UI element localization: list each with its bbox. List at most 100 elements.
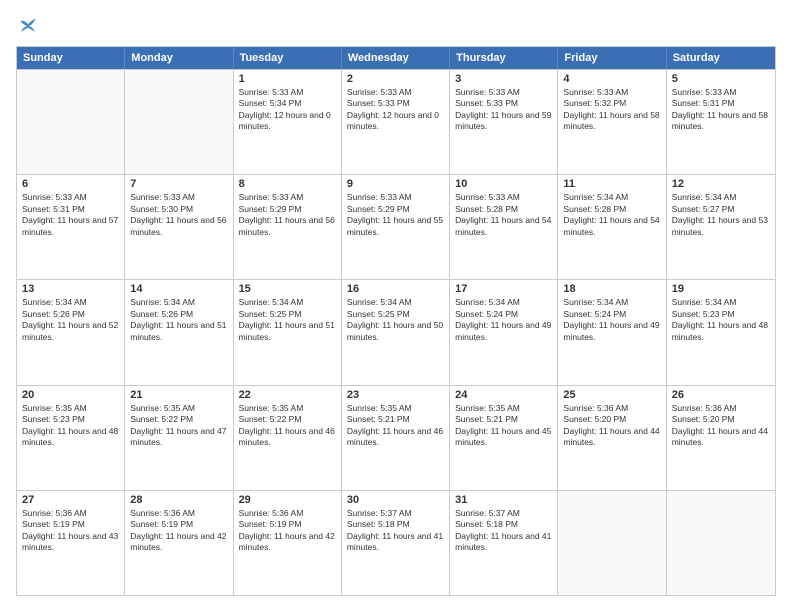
day-cell-25: 25 Sunrise: 5:36 AMSunset: 5:20 PMDayligh…: [558, 386, 666, 490]
day-info: Sunrise: 5:34 AMSunset: 5:24 PMDaylight:…: [563, 297, 660, 343]
day-info: Sunrise: 5:37 AMSunset: 5:18 PMDaylight:…: [347, 508, 444, 554]
day-cell-27: 27 Sunrise: 5:36 AMSunset: 5:19 PMDayligh…: [17, 491, 125, 595]
day-cell-13: 13 Sunrise: 5:34 AMSunset: 5:26 PMDayligh…: [17, 280, 125, 384]
day-info: Sunrise: 5:33 AMSunset: 5:34 PMDaylight:…: [239, 87, 336, 133]
day-info: Sunrise: 5:34 AMSunset: 5:27 PMDaylight:…: [672, 192, 770, 238]
calendar-header: SundayMondayTuesdayWednesdayThursdayFrid…: [17, 47, 775, 69]
day-number: 4: [563, 73, 660, 85]
day-number: 10: [455, 178, 552, 190]
day-info: Sunrise: 5:34 AMSunset: 5:25 PMDaylight:…: [347, 297, 444, 343]
day-info: Sunrise: 5:35 AMSunset: 5:23 PMDaylight:…: [22, 403, 119, 449]
day-header-tuesday: Tuesday: [234, 47, 342, 69]
day-info: Sunrise: 5:33 AMSunset: 5:32 PMDaylight:…: [563, 87, 660, 133]
day-info: Sunrise: 5:33 AMSunset: 5:31 PMDaylight:…: [672, 87, 770, 133]
day-cell-7: 7 Sunrise: 5:33 AMSunset: 5:30 PMDaylight…: [125, 175, 233, 279]
day-cell-4: 4 Sunrise: 5:33 AMSunset: 5:32 PMDaylight…: [558, 70, 666, 174]
day-number: 6: [22, 178, 119, 190]
day-number: 14: [130, 283, 227, 295]
day-info: Sunrise: 5:36 AMSunset: 5:19 PMDaylight:…: [22, 508, 119, 554]
day-cell-19: 19Sunrise: 5:34 AMSunset: 5:23 PMDayligh…: [667, 280, 775, 384]
day-number: 5: [672, 73, 770, 85]
day-cell-17: 17Sunrise: 5:34 AMSunset: 5:24 PMDayligh…: [450, 280, 558, 384]
calendar-week-1: 1 Sunrise: 5:33 AMSunset: 5:34 PMDaylight…: [17, 69, 775, 174]
day-number: 16: [347, 283, 444, 295]
day-info: Sunrise: 5:35 AMSunset: 5:21 PMDaylight:…: [455, 403, 552, 449]
day-number: 2: [347, 73, 444, 85]
day-number: 31: [455, 494, 552, 506]
day-cell-18: 18Sunrise: 5:34 AMSunset: 5:24 PMDayligh…: [558, 280, 666, 384]
day-info: Sunrise: 5:36 AMSunset: 5:19 PMDaylight:…: [239, 508, 336, 554]
day-number: 28: [130, 494, 227, 506]
day-number: 12: [672, 178, 770, 190]
day-number: 29: [239, 494, 336, 506]
calendar-body: 1 Sunrise: 5:33 AMSunset: 5:34 PMDaylight…: [17, 69, 775, 595]
day-cell-10: 10Sunrise: 5:33 AMSunset: 5:28 PMDayligh…: [450, 175, 558, 279]
day-header-thursday: Thursday: [450, 47, 558, 69]
calendar-week-5: 27 Sunrise: 5:36 AMSunset: 5:19 PMDayligh…: [17, 490, 775, 595]
day-cell-31: 31 Sunrise: 5:37 AMSunset: 5:18 PMDayligh…: [450, 491, 558, 595]
day-number: 7: [130, 178, 227, 190]
day-cell-28: 28 Sunrise: 5:36 AMSunset: 5:19 PMDayligh…: [125, 491, 233, 595]
day-header-saturday: Saturday: [667, 47, 775, 69]
day-header-monday: Monday: [125, 47, 233, 69]
day-info: Sunrise: 5:34 AMSunset: 5:26 PMDaylight:…: [22, 297, 119, 343]
day-number: 21: [130, 389, 227, 401]
day-cell-15: 15Sunrise: 5:34 AMSunset: 5:25 PMDayligh…: [234, 280, 342, 384]
day-header-sunday: Sunday: [17, 47, 125, 69]
day-cell-24: 24 Sunrise: 5:35 AMSunset: 5:21 PMDayligh…: [450, 386, 558, 490]
logo-bird-icon: [18, 16, 38, 36]
day-info: Sunrise: 5:35 AMSunset: 5:21 PMDaylight:…: [347, 403, 444, 449]
day-info: Sunrise: 5:33 AMSunset: 5:30 PMDaylight:…: [130, 192, 227, 238]
empty-cell: [125, 70, 233, 174]
day-info: Sunrise: 5:34 AMSunset: 5:25 PMDaylight:…: [239, 297, 336, 343]
day-cell-21: 21 Sunrise: 5:35 AMSunset: 5:22 PMDayligh…: [125, 386, 233, 490]
calendar: SundayMondayTuesdayWednesdayThursdayFrid…: [16, 46, 776, 596]
day-info: Sunrise: 5:36 AMSunset: 5:20 PMDaylight:…: [563, 403, 660, 449]
day-info: Sunrise: 5:34 AMSunset: 5:26 PMDaylight:…: [130, 297, 227, 343]
header: [16, 16, 776, 36]
day-number: 23: [347, 389, 444, 401]
day-number: 30: [347, 494, 444, 506]
day-info: Sunrise: 5:33 AMSunset: 5:33 PMDaylight:…: [347, 87, 444, 133]
day-cell-16: 16 Sunrise: 5:34 AMSunset: 5:25 PMDayligh…: [342, 280, 450, 384]
day-cell-8: 8 Sunrise: 5:33 AMSunset: 5:29 PMDaylight…: [234, 175, 342, 279]
day-number: 11: [563, 178, 660, 190]
day-number: 19: [672, 283, 770, 295]
day-cell-23: 23 Sunrise: 5:35 AMSunset: 5:21 PMDayligh…: [342, 386, 450, 490]
day-number: 8: [239, 178, 336, 190]
day-number: 9: [347, 178, 444, 190]
day-cell-6: 6Sunrise: 5:33 AMSunset: 5:31 PMDaylight…: [17, 175, 125, 279]
day-header-friday: Friday: [558, 47, 666, 69]
day-number: 25: [563, 389, 660, 401]
day-header-wednesday: Wednesday: [342, 47, 450, 69]
day-number: 24: [455, 389, 552, 401]
day-cell-1: 1 Sunrise: 5:33 AMSunset: 5:34 PMDaylight…: [234, 70, 342, 174]
day-info: Sunrise: 5:36 AMSunset: 5:20 PMDaylight:…: [672, 403, 770, 449]
day-number: 3: [455, 73, 552, 85]
day-info: Sunrise: 5:36 AMSunset: 5:19 PMDaylight:…: [130, 508, 227, 554]
day-cell-26: 26 Sunrise: 5:36 AMSunset: 5:20 PMDayligh…: [667, 386, 775, 490]
day-number: 13: [22, 283, 119, 295]
calendar-week-3: 13 Sunrise: 5:34 AMSunset: 5:26 PMDayligh…: [17, 279, 775, 384]
day-cell-14: 14 Sunrise: 5:34 AMSunset: 5:26 PMDayligh…: [125, 280, 233, 384]
day-info: Sunrise: 5:33 AMSunset: 5:33 PMDaylight:…: [455, 87, 552, 133]
day-number: 20: [22, 389, 119, 401]
empty-cell: [558, 491, 666, 595]
empty-cell: [667, 491, 775, 595]
day-number: 26: [672, 389, 770, 401]
day-cell-20: 20 Sunrise: 5:35 AMSunset: 5:23 PMDayligh…: [17, 386, 125, 490]
day-number: 27: [22, 494, 119, 506]
logo-text: [16, 16, 38, 36]
calendar-week-4: 20 Sunrise: 5:35 AMSunset: 5:23 PMDayligh…: [17, 385, 775, 490]
calendar-week-2: 6Sunrise: 5:33 AMSunset: 5:31 PMDaylight…: [17, 174, 775, 279]
day-cell-9: 9 Sunrise: 5:33 AMSunset: 5:29 PMDaylight…: [342, 175, 450, 279]
day-number: 1: [239, 73, 336, 85]
day-info: Sunrise: 5:33 AMSunset: 5:29 PMDaylight:…: [347, 192, 444, 238]
day-info: Sunrise: 5:35 AMSunset: 5:22 PMDaylight:…: [130, 403, 227, 449]
day-cell-11: 11Sunrise: 5:34 AMSunset: 5:28 PMDayligh…: [558, 175, 666, 279]
day-info: Sunrise: 5:37 AMSunset: 5:18 PMDaylight:…: [455, 508, 552, 554]
day-number: 22: [239, 389, 336, 401]
day-cell-2: 2 Sunrise: 5:33 AMSunset: 5:33 PMDaylight…: [342, 70, 450, 174]
day-cell-3: 3 Sunrise: 5:33 AMSunset: 5:33 PMDaylight…: [450, 70, 558, 174]
day-info: Sunrise: 5:33 AMSunset: 5:29 PMDaylight:…: [239, 192, 336, 238]
